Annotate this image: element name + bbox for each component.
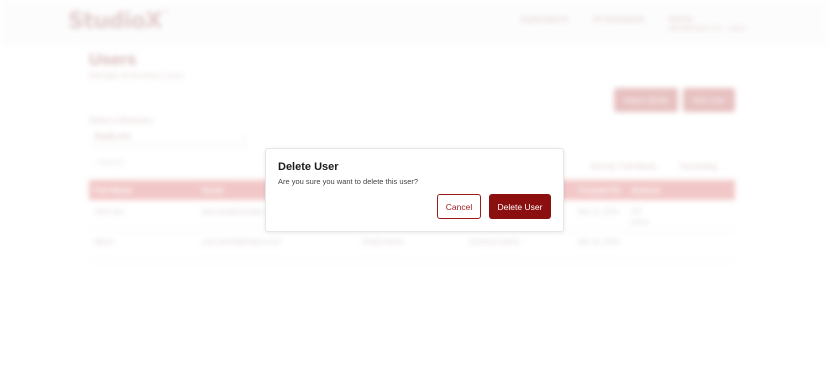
cancel-button[interactable]: Cancel — [437, 194, 481, 219]
column-header: Email — [202, 186, 224, 195]
delete-link[interactable]: Delete — [631, 220, 648, 226]
page-title: Users — [89, 50, 137, 69]
studiox-logo: StudioX™ — [68, 9, 170, 34]
search-placeholder: Search — [98, 158, 125, 167]
add-user-button[interactable]: Add User — [683, 88, 735, 112]
delete-user-dialog: Delete User Are you sure you want to del… — [265, 148, 564, 232]
top-navigation-bar: StudioX™ Applications AI Assistants Admi… — [0, 0, 828, 45]
page-subtitle: Manage all business users — [89, 71, 184, 80]
business-select[interactable]: Studio Ark ⌄ — [89, 128, 249, 146]
import-bulk-button[interactable]: Import (Bulk) — [614, 88, 678, 112]
delete-user-button[interactable]: Delete User — [489, 194, 551, 219]
business-select-label: Select a Business — [89, 116, 153, 125]
nav-ai-assistants[interactable]: AI Assistants — [593, 14, 645, 24]
cell-created: Mar 11, 2024 — [578, 209, 619, 216]
user-info: admin@studiox.com · Logout — [668, 26, 747, 32]
dialog-message: Are you sure you want to delete this use… — [278, 177, 419, 186]
cell-name: Admin — [94, 239, 114, 246]
cell-role: Studio Admin — [362, 239, 404, 246]
cell-business: Business Admin — [470, 239, 520, 246]
nav-admin[interactable]: Admin — [668, 14, 694, 24]
search-icon: ⌕ — [92, 158, 97, 167]
cell-name: John Doe — [94, 209, 124, 216]
column-header: Created On — [578, 186, 622, 195]
column-header: Full Name — [94, 186, 133, 195]
sort-direction-select[interactable]: Ascending — [680, 162, 717, 171]
column-header: Actions — [631, 186, 661, 195]
edit-link[interactable]: Edit — [631, 209, 641, 215]
business-select-value: Studio Ark — [94, 132, 131, 141]
sort-by-select[interactable]: Sort by: Full Name — [590, 162, 656, 171]
cell-created: Mar 10, 2024 — [578, 239, 620, 246]
dialog-title: Delete User — [278, 161, 339, 173]
chevron-down-icon: ⌄ — [240, 132, 247, 141]
search-input[interactable]: ⌕ Search — [92, 158, 124, 168]
cell-actions: Edit Delete — [631, 207, 648, 229]
table-row: Admin user.admin@studiox.com Studio Admi… — [89, 232, 735, 261]
cell-email: user.admin@studiox.com — [202, 239, 281, 246]
nav-applications[interactable]: Applications — [520, 14, 569, 24]
